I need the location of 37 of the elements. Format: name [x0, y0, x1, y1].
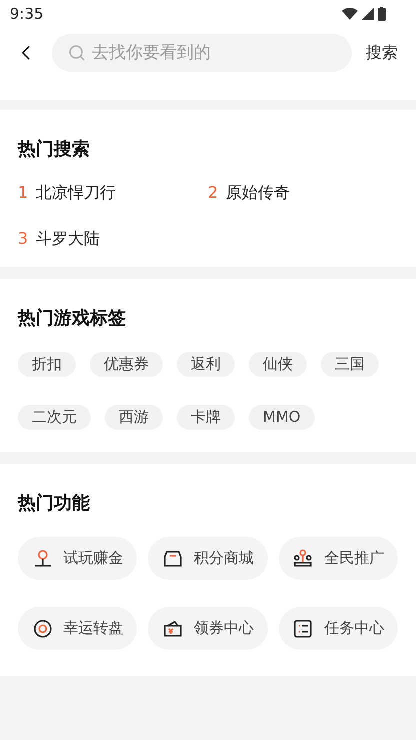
tag-chip[interactable]: 二次元	[18, 405, 91, 430]
search-term: 北凉悍刀行	[36, 182, 116, 204]
status-time: 9:35	[10, 4, 44, 25]
hot-search-item[interactable]: 2 原始传奇	[208, 181, 398, 205]
task-list-icon	[292, 618, 314, 640]
search-icon	[68, 44, 86, 62]
tag-chip[interactable]: 三国	[321, 352, 379, 377]
tag-chip[interactable]: MMO	[249, 405, 315, 430]
tag-chip[interactable]: 返利	[177, 352, 235, 377]
feature-button[interactable]: 幸运转盘	[18, 607, 138, 650]
tag-chip[interactable]: 仙侠	[249, 352, 307, 377]
tag-chip[interactable]: 西游	[105, 405, 163, 430]
tag-chip[interactable]: 优惠券	[90, 352, 163, 377]
feature-button[interactable]: 全民推广	[278, 537, 398, 580]
search-field[interactable]: 去找你要看到的	[52, 34, 352, 72]
feature-button[interactable]: 积分商城	[148, 537, 268, 580]
battery-icon	[378, 7, 386, 21]
hot-search-item[interactable]: 1 北凉悍刀行	[18, 181, 208, 205]
signal-icon	[362, 8, 374, 20]
target-icon	[32, 618, 54, 640]
tag-chip[interactable]: 卡牌	[177, 405, 235, 430]
tag-chip[interactable]: 折扣	[18, 352, 76, 377]
feature-button[interactable]: 领券中心	[148, 607, 268, 650]
section-title: 热门搜索	[18, 138, 91, 162]
section-title: 热门功能	[18, 492, 91, 516]
people-icon	[292, 548, 314, 570]
search-button[interactable]: 搜索	[366, 34, 398, 72]
feature-button[interactable]: 试玩赚金	[18, 537, 138, 580]
search-term: 斗罗大陆	[36, 228, 100, 250]
wifi-icon	[342, 8, 358, 20]
rank-number: 2	[208, 182, 218, 204]
hot-search-item[interactable]: 3 斗罗大陆	[18, 227, 208, 251]
rank-number: 3	[18, 228, 28, 250]
section-title: 热门游戏标签	[18, 307, 127, 331]
search-term: 原始传奇	[226, 182, 290, 204]
rank-number: 1	[18, 182, 28, 204]
feature-button[interactable]: 任务中心	[278, 607, 398, 650]
